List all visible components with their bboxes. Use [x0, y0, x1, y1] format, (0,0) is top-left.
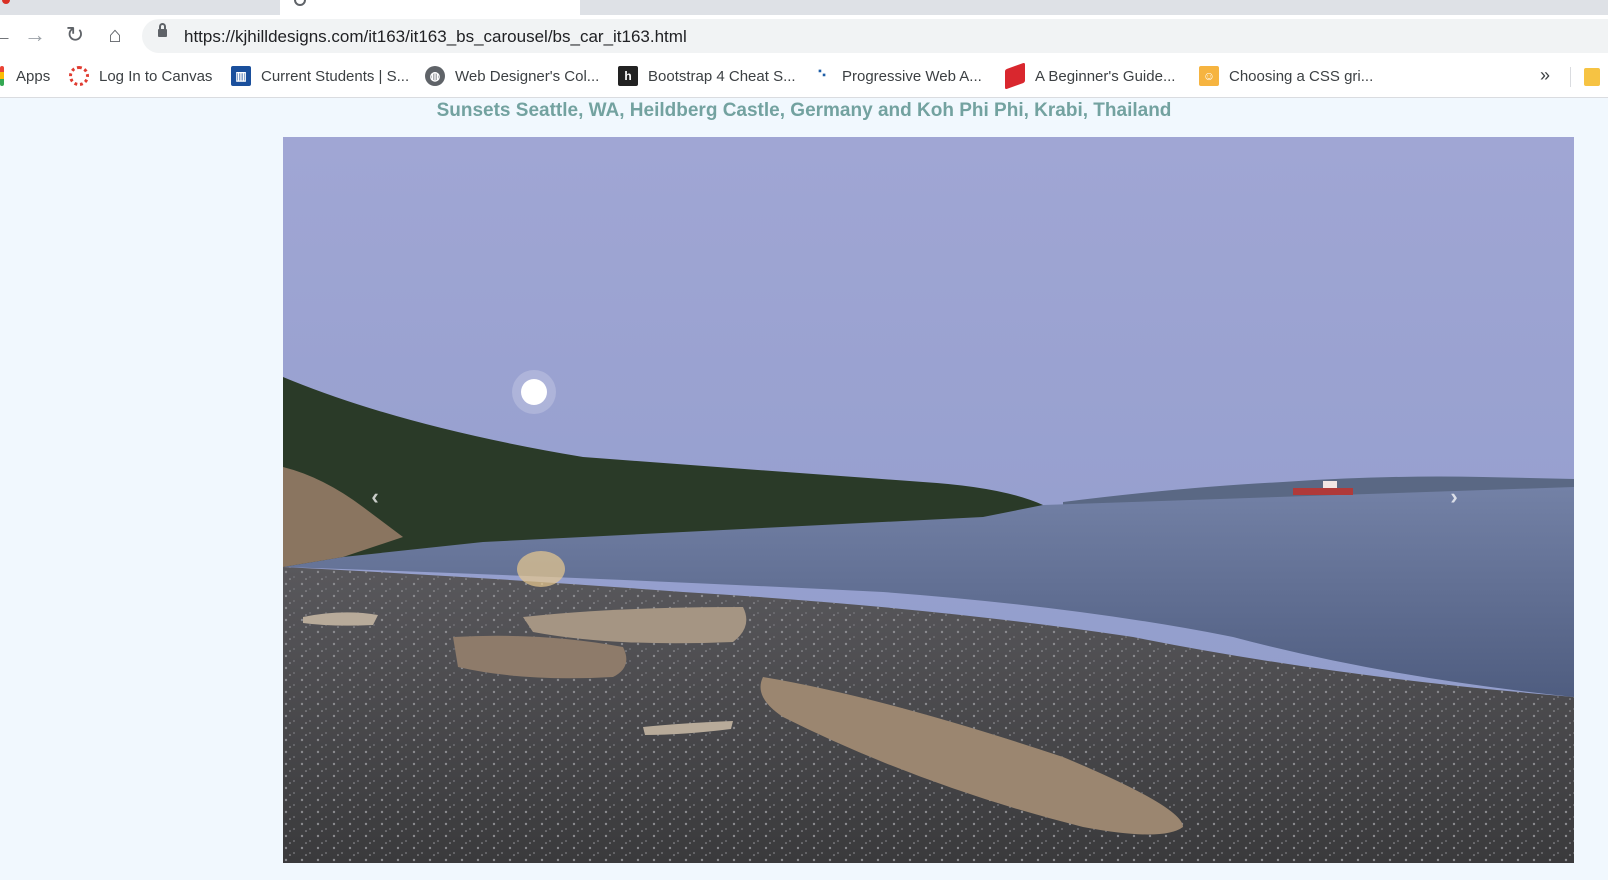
beginner-icon	[1005, 62, 1025, 90]
pwa-icon: ⠑	[816, 67, 828, 84]
bookmark-bootstrap[interactable]: h Bootstrap 4 Cheat S...	[618, 66, 796, 86]
tab-favicon-icon	[294, 0, 306, 6]
url-text[interactable]: https://kjhilldesigns.com/it163/it163_bs…	[184, 27, 687, 47]
h-icon: h	[618, 66, 638, 86]
bookmark-label: Progressive Web A...	[842, 67, 982, 85]
css-icon: ☺	[1199, 66, 1219, 86]
page-title: Sunsets Seattle, WA, Heildberg Castle, G…	[436, 100, 1172, 121]
bookmark-beginners-guide[interactable]: A Beginner's Guide...	[1005, 62, 1176, 90]
bookmarks-bar: Apps Log In to Canvas ▥ Current Students…	[0, 55, 1608, 98]
bookmark-label: Web Designer's Col...	[455, 67, 600, 85]
globe-icon: ◍	[425, 66, 445, 86]
canvas-icon	[69, 66, 89, 86]
bookmark-current-students[interactable]: ▥ Current Students | S...	[231, 66, 409, 86]
back-icon[interactable]: ←	[0, 21, 16, 49]
browser-toolbar: ← → ↻ ⌂ https://kjhilldesigns.com/it163/…	[0, 15, 1608, 55]
bookmark-canvas[interactable]: Log In to Canvas	[69, 66, 212, 86]
bookmark-label: Current Students | S...	[261, 67, 410, 85]
carousel-next-button[interactable]: ›	[1439, 482, 1469, 512]
tab-active[interactable]	[280, 0, 580, 15]
tab-strip	[0, 0, 1608, 15]
bookmark-pwa[interactable]: ⠑ Progressive Web A...	[812, 66, 982, 86]
bookmark-web-designers[interactable]: ◍ Web Designer's Col...	[425, 66, 599, 86]
bookmark-apps[interactable]: Apps	[0, 66, 50, 86]
bookmark-label: Choosing a CSS gri...	[1229, 67, 1374, 85]
home-icon[interactable]: ⌂	[101, 21, 129, 49]
bookmark-label: A Beginner's Guide...	[1035, 67, 1176, 85]
tab-favicon-icon	[2, 0, 10, 4]
more-bookmarks-button[interactable]: »	[1540, 65, 1550, 86]
divider	[1570, 67, 1571, 87]
image-carousel: ‹ ›	[283, 137, 1574, 863]
forward-icon[interactable]: →	[21, 21, 49, 49]
bookmark-label: Apps	[16, 67, 51, 85]
folder-icon[interactable]	[1584, 68, 1600, 86]
bookmark-label: Bootstrap 4 Cheat S...	[648, 67, 796, 85]
apps-icon	[0, 66, 4, 86]
students-icon: ▥	[231, 66, 251, 86]
tab-inactive[interactable]	[0, 0, 278, 15]
bookmark-css-grid[interactable]: ☺ Choosing a CSS gri...	[1199, 66, 1373, 86]
bookmark-label: Log In to Canvas	[99, 67, 213, 85]
lock-icon[interactable]	[158, 23, 167, 37]
carousel-prev-button[interactable]: ‹	[360, 482, 390, 512]
reload-icon[interactable]: ↻	[61, 21, 89, 49]
address-bar[interactable]: https://kjhilldesigns.com/it163/it163_bs…	[142, 19, 1608, 53]
carousel-image	[283, 137, 1574, 863]
